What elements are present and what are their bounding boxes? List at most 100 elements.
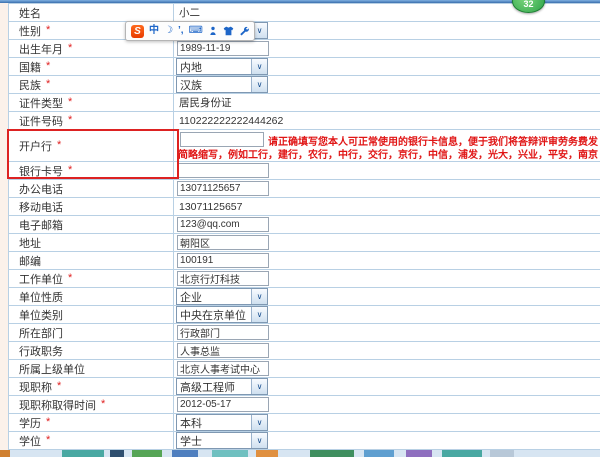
email-input[interactable] (177, 217, 269, 232)
taskbar[interactable] (0, 450, 600, 457)
chinese-mode-icon[interactable]: 中 (149, 23, 159, 39)
half-width-moon-icon[interactable]: ☽ (164, 23, 173, 39)
sogou-ime-toolbar[interactable]: S 中 ☽ ’, ⌨ (125, 21, 255, 41)
field-label: 学位 (19, 433, 41, 449)
title-obtained-date-input[interactable] (177, 397, 269, 412)
nationality-select[interactable]: 内地∨ (176, 58, 268, 75)
address-input[interactable] (177, 235, 269, 250)
field-value-cell (173, 396, 600, 413)
field-label: 单位类别 (19, 307, 63, 323)
required-asterisk: * (46, 61, 50, 72)
field-label-cell: 学位 * (9, 432, 173, 449)
required-asterisk: * (46, 417, 50, 428)
taskbar-item[interactable] (212, 450, 248, 457)
dropdown-arrow-icon[interactable]: ∨ (251, 307, 267, 322)
taskbar-item[interactable] (132, 450, 162, 457)
postal-code-input[interactable] (177, 253, 269, 268)
soft-keyboard-icon[interactable]: ⌨ (189, 23, 203, 39)
field-label-cell: 所属上级单位 (9, 360, 173, 377)
form-row-bank-card-number: 银行卡号* (9, 162, 600, 180)
form-row-id-number: 证件号码 * 110222222222444262 (9, 112, 600, 130)
required-asterisk: * (68, 115, 72, 126)
degree-select[interactable]: 学士∨ (176, 432, 268, 449)
form-row-department: 所在部门 (9, 324, 600, 342)
field-value-cell: 汉族∨ (173, 76, 600, 93)
form-row-ethnicity: 民族*汉族∨ (9, 76, 600, 94)
field-label: 所属上级单位 (19, 361, 85, 377)
field-label: 电子邮箱 (19, 217, 63, 233)
field-value-cell: 内地∨ (173, 58, 600, 75)
taskbar-item[interactable] (172, 450, 198, 457)
field-value-cell (173, 252, 600, 269)
taskbar-item[interactable] (406, 450, 432, 457)
field-value-cell: 本科∨ (173, 414, 600, 431)
dropdown-arrow-icon[interactable]: ∨ (251, 415, 267, 430)
form-row-email: 电子邮箱 (9, 216, 600, 234)
field-label: 移动电话 (19, 199, 63, 215)
taskbar-item[interactable] (442, 450, 482, 457)
required-asterisk: * (68, 97, 72, 108)
taskbar-item[interactable] (310, 450, 354, 457)
field-label-cell: 证件类型* (9, 94, 173, 111)
taskbar-item[interactable] (62, 450, 104, 457)
wrench-icon[interactable] (239, 26, 249, 36)
field-label-cell: 办公电话 (9, 180, 173, 197)
field-value-cell: 学士∨ (173, 432, 600, 449)
field-label-cell: 现职称取得时间* (9, 396, 173, 413)
field-value-cell: 110222222222444262 (173, 112, 600, 129)
field-label-cell: 开户行 * (9, 130, 173, 161)
form-row-gender: 性别*∨ (9, 22, 600, 40)
bank-card-number-input[interactable] (177, 163, 269, 178)
dropdown-arrow-icon[interactable]: ∨ (251, 379, 267, 394)
education-select[interactable]: 本科∨ (176, 414, 268, 431)
field-label: 银行卡号 (19, 163, 63, 179)
field-value-cell: 企业∨ (173, 288, 600, 305)
form-row-employer-nature: 单位性质企业∨ (9, 288, 600, 306)
field-value-cell (173, 40, 600, 57)
field-value-cell: 居民身份证 (173, 94, 600, 111)
field-label: 证件号码 (19, 113, 63, 129)
current-title-select[interactable]: 高级工程师∨ (176, 378, 268, 395)
department-input[interactable] (177, 325, 269, 340)
dropdown-arrow-icon[interactable]: ∨ (251, 77, 267, 92)
dropdown-arrow-icon[interactable]: ∨ (251, 59, 267, 74)
form-row-employer-category: 单位类别 中央在京单位∨ (9, 306, 600, 324)
field-label-cell: 学历 * (9, 414, 173, 431)
page-left-margin (0, 3, 8, 450)
admin-position-input[interactable] (177, 343, 269, 358)
taskbar-item[interactable] (364, 450, 394, 457)
field-label: 办公电话 (19, 181, 63, 197)
taskbar-item[interactable] (256, 450, 278, 457)
employer-input[interactable] (177, 271, 269, 286)
field-label: 学历 (19, 415, 41, 431)
required-asterisk: * (57, 140, 61, 151)
field-label: 开户行 (19, 138, 52, 154)
bank-branch-input[interactable] (180, 132, 264, 147)
field-value-cell: 请正确填写您本人可正常使用的银行卡信息，便于我们将答辩评审劳务费发放给您。请将开… (173, 130, 600, 161)
required-asterisk: * (46, 435, 50, 446)
taskbar-item[interactable] (0, 450, 10, 457)
dropdown-arrow-icon[interactable]: ∨ (251, 433, 267, 448)
taskbar-item[interactable] (110, 450, 124, 457)
ethnicity-select[interactable]: 汉族∨ (176, 76, 268, 93)
superior-unit-input[interactable] (177, 361, 269, 376)
employer-category-select[interactable]: 中央在京单位∨ (176, 306, 268, 323)
form-row-mobile-phone: 移动电话13071125657 (9, 198, 600, 216)
employer-nature-select[interactable]: 企业∨ (176, 288, 268, 305)
taskbar-item[interactable] (490, 450, 514, 457)
field-value-cell (173, 234, 600, 251)
field-value-cell (173, 342, 600, 359)
form-row-superior-unit: 所属上级单位 (9, 360, 600, 378)
figure-icon[interactable] (208, 26, 218, 36)
office-phone-input[interactable] (177, 181, 269, 196)
birth-date-input[interactable] (177, 41, 269, 56)
field-label: 现职称 (19, 379, 52, 395)
sogou-logo-icon[interactable]: S (131, 25, 144, 38)
field-label-cell: 工作单位* (9, 270, 173, 287)
field-label-cell: 地址 (9, 234, 173, 251)
field-label: 地址 (19, 235, 41, 251)
punctuation-icon[interactable]: ’, (178, 23, 184, 39)
dropdown-arrow-icon[interactable]: ∨ (251, 289, 267, 304)
skin-shirt-icon[interactable] (223, 26, 234, 36)
selected-value: 高级工程师 (177, 379, 251, 395)
